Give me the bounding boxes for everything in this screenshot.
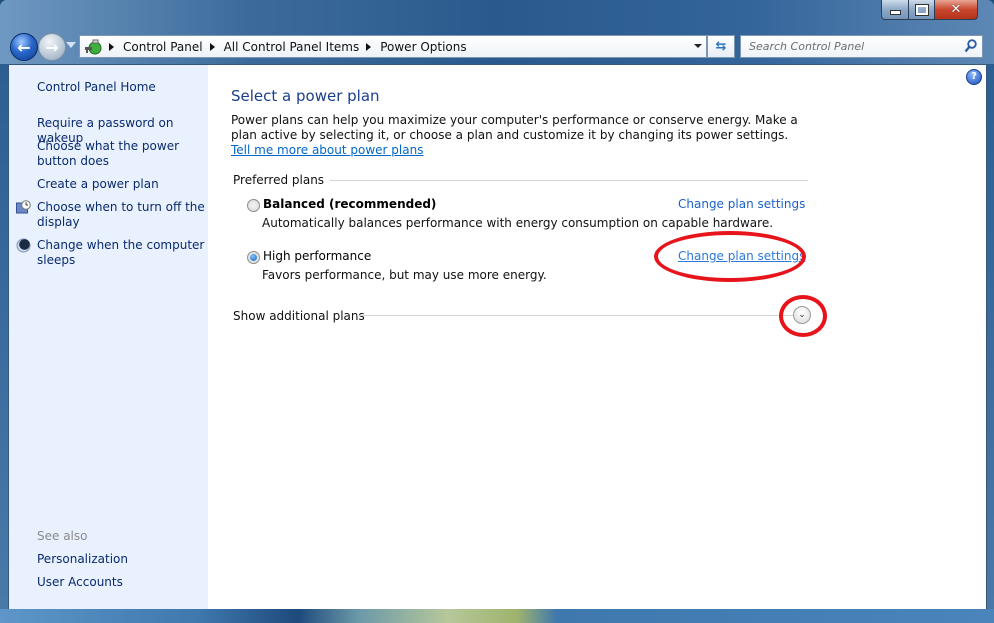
address-dropdown-icon[interactable] bbox=[694, 44, 702, 48]
balanced-plan-name[interactable]: Balanced (recommended) bbox=[263, 197, 436, 211]
expand-additional-plans-button[interactable]: ⌄ bbox=[793, 306, 811, 324]
control-panel-icon bbox=[84, 39, 102, 55]
close-icon: ✕ bbox=[950, 2, 962, 17]
forward-button[interactable]: → bbox=[38, 33, 66, 61]
search-input[interactable] bbox=[747, 39, 961, 54]
page-description: Power plans can help you maximize your c… bbox=[231, 113, 811, 158]
balanced-plan-description: Automatically balances performance with … bbox=[262, 216, 774, 230]
refresh-button[interactable]: ⇆ bbox=[707, 35, 735, 58]
sidebar-item-turn-off-display[interactable]: Choose when to turn off the display bbox=[37, 200, 207, 230]
additional-plans-divider bbox=[357, 315, 797, 316]
show-additional-plans-label[interactable]: Show additional plans bbox=[233, 309, 365, 323]
search-icon[interactable] bbox=[964, 39, 977, 53]
sidebar: Control Panel Home Require a password on… bbox=[9, 65, 208, 609]
maximize-icon bbox=[914, 3, 929, 16]
moon-icon bbox=[16, 238, 31, 253]
balanced-radio[interactable] bbox=[247, 199, 260, 212]
preferred-plans-heading: Preferred plans bbox=[233, 173, 331, 187]
display-clock-icon bbox=[16, 200, 31, 215]
breadcrumb-all-items[interactable]: All Control Panel Items bbox=[224, 40, 360, 54]
recent-pages-dropdown[interactable] bbox=[66, 42, 76, 48]
page-title: Select a power plan bbox=[231, 87, 380, 105]
minimize-button[interactable] bbox=[881, 0, 909, 20]
tell-me-more-link[interactable]: Tell me more about power plans bbox=[231, 143, 423, 157]
high-performance-radio[interactable] bbox=[247, 251, 260, 264]
close-button[interactable]: ✕ bbox=[935, 0, 978, 20]
high-performance-plan-description: Favors performance, but may use more ene… bbox=[262, 268, 547, 282]
address-bar[interactable]: Control Panel All Control Panel Items Po… bbox=[79, 35, 707, 58]
forward-arrow-icon: → bbox=[45, 37, 59, 57]
back-arrow-icon: ← bbox=[17, 37, 31, 57]
taskbar-glimpse bbox=[0, 609, 994, 623]
sidebar-item-power-button[interactable]: Choose what the power button does bbox=[37, 139, 207, 169]
chevron-down-icon: ⌄ bbox=[798, 310, 806, 320]
see-also-heading: See also bbox=[37, 529, 88, 543]
search-box[interactable] bbox=[740, 35, 983, 58]
back-button[interactable]: ← bbox=[10, 33, 38, 61]
high-performance-plan-name[interactable]: High performance bbox=[263, 249, 371, 263]
balanced-change-settings-link[interactable]: Change plan settings bbox=[678, 197, 805, 211]
high-performance-change-settings-link[interactable]: Change plan settings bbox=[678, 249, 805, 263]
sidebar-control-panel-home[interactable]: Control Panel Home bbox=[37, 80, 207, 95]
content-area: Control Panel Home Require a password on… bbox=[8, 64, 987, 610]
refresh-icon: ⇆ bbox=[715, 39, 727, 54]
breadcrumb-separator[interactable] bbox=[109, 42, 114, 51]
breadcrumb-control-panel[interactable]: Control Panel bbox=[123, 40, 203, 54]
breadcrumb-separator[interactable] bbox=[366, 42, 372, 51]
see-also-personalization[interactable]: Personalization bbox=[37, 552, 207, 567]
breadcrumb-separator[interactable] bbox=[209, 42, 215, 51]
window-controls: ✕ bbox=[881, 0, 978, 20]
main-panel: Select a power plan Power plans can help… bbox=[231, 65, 986, 609]
minimize-icon bbox=[889, 10, 901, 15]
sidebar-item-computer-sleeps[interactable]: Change when the computer sleeps bbox=[37, 238, 207, 268]
sidebar-item-create-plan[interactable]: Create a power plan bbox=[37, 177, 207, 192]
description-text: Power plans can help you maximize your c… bbox=[231, 113, 798, 142]
maximize-button[interactable] bbox=[909, 0, 935, 20]
breadcrumb-power-options[interactable]: Power Options bbox=[380, 40, 466, 54]
see-also-user-accounts[interactable]: User Accounts bbox=[37, 575, 207, 590]
